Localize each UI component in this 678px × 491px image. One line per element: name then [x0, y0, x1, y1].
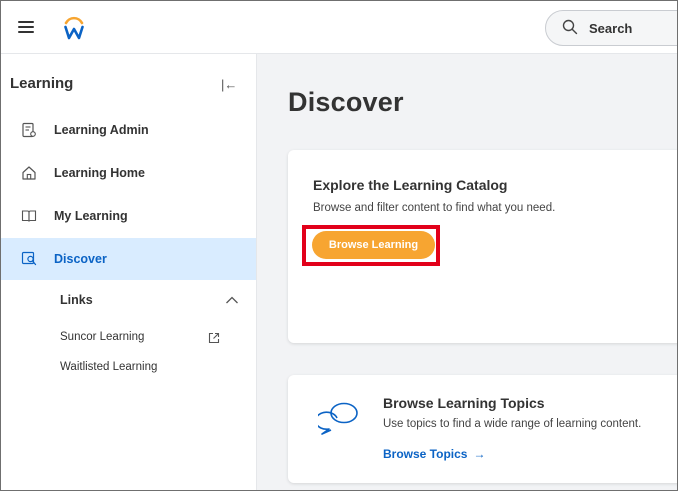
catalog-card-title: Explore the Learning Catalog	[313, 177, 508, 193]
sidebar: Learning |← Learning Admin Learning Home	[1, 54, 257, 490]
search-icon	[562, 19, 578, 35]
chevron-up-icon	[226, 296, 238, 304]
link-waitlisted-learning[interactable]: Waitlisted Learning	[60, 361, 157, 373]
app-window: Search Learning |← Learning Admin Learni…	[0, 0, 678, 491]
browse-topics-label: Browse Topics	[383, 447, 468, 461]
sidebar-item-learning-admin[interactable]: Learning Admin	[1, 109, 256, 151]
search-label: Search	[589, 21, 633, 36]
topics-card: Browse Learning Topics Use topics to fin…	[288, 375, 677, 483]
collapse-sidebar-icon[interactable]: |←	[221, 77, 237, 92]
book-icon	[21, 210, 37, 222]
chat-bubbles-icon	[318, 402, 358, 435]
catalog-card-description: Browse and filter content to find what y…	[313, 202, 556, 214]
links-header-label: Links	[60, 293, 93, 307]
sidebar-item-label: Discover	[54, 252, 107, 266]
discover-icon	[21, 251, 37, 266]
sidebar-item-discover[interactable]: Discover	[1, 238, 256, 280]
sidebar-title: Learning	[10, 75, 74, 92]
admin-report-icon	[22, 122, 36, 138]
browse-topics-link[interactable]: Browse Topics →	[383, 447, 485, 461]
link-suncor-learning[interactable]: Suncor Learning	[60, 331, 144, 343]
page-title: Discover	[288, 87, 404, 117]
workday-logo[interactable]	[59, 12, 89, 42]
sidebar-item-learning-home[interactable]: Learning Home	[1, 152, 256, 194]
external-link-icon[interactable]	[208, 332, 220, 344]
menu-icon[interactable]	[18, 18, 34, 34]
sidebar-item-label: My Learning	[54, 209, 128, 223]
search-field[interactable]: Search	[545, 10, 677, 46]
catalog-card: Explore the Learning Catalog Browse and …	[288, 150, 677, 343]
top-bar: Search	[1, 1, 677, 54]
sidebar-item-label: Learning Home	[54, 166, 145, 180]
topics-card-title: Browse Learning Topics	[383, 395, 545, 411]
topics-card-description: Use topics to find a wide range of learn…	[383, 418, 642, 430]
links-section-header[interactable]: Links	[1, 283, 256, 319]
arrow-right-icon: →	[473, 447, 486, 461]
sidebar-item-label: Learning Admin	[54, 123, 149, 137]
home-icon	[22, 166, 36, 180]
browse-learning-button[interactable]: Browse Learning	[312, 231, 435, 259]
sidebar-item-my-learning[interactable]: My Learning	[1, 195, 256, 237]
